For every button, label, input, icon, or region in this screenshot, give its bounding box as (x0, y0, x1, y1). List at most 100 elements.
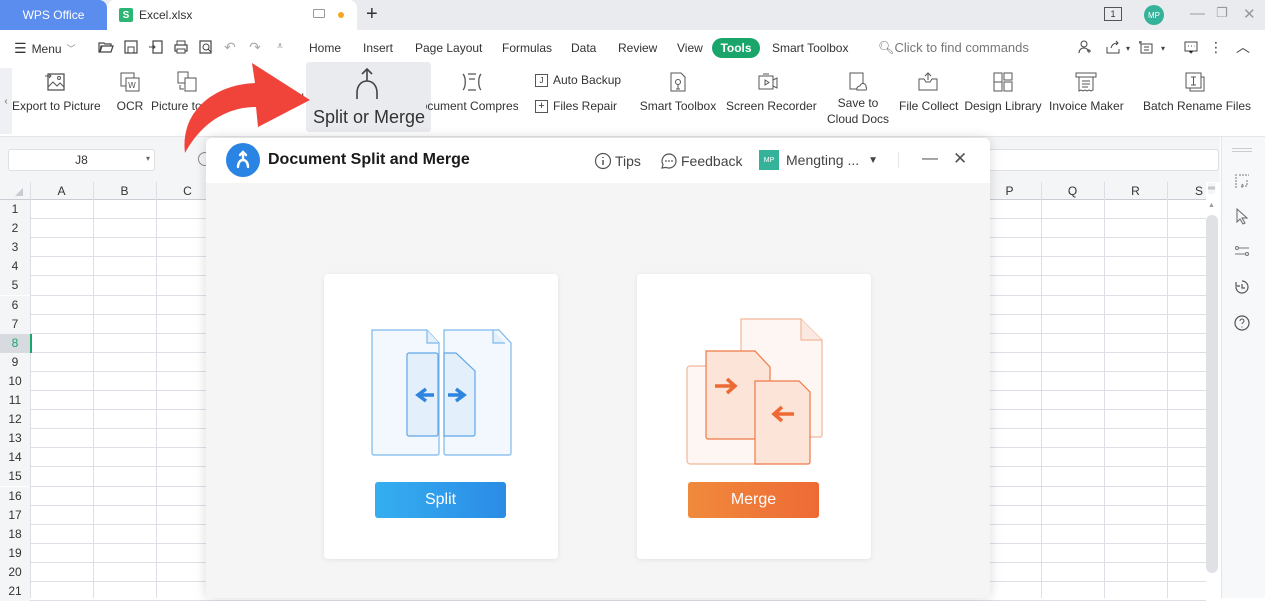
tab-view[interactable]: View (677, 41, 703, 55)
row-header[interactable]: 19 (0, 543, 30, 563)
avatar[interactable]: MP (1144, 5, 1164, 25)
invoice-maker-button[interactable]: Invoice Maker (1049, 70, 1124, 113)
file-collect-button[interactable]: File Collect (899, 70, 958, 113)
find-commands[interactable]: 🔍︎Click to find commands (878, 40, 1029, 56)
share-icon[interactable] (1105, 39, 1121, 55)
share-user-icon[interactable] (1077, 39, 1093, 55)
close-icon[interactable]: ✕ (1243, 5, 1256, 23)
export-icon[interactable] (148, 39, 164, 55)
column-header[interactable]: B (93, 182, 156, 200)
sliders-icon[interactable] (1233, 242, 1251, 260)
row-header[interactable]: 10 (0, 371, 30, 391)
formula-input[interactable] (985, 149, 1219, 171)
hamburger-icon: ☰ (14, 40, 27, 56)
dialog-minimize-icon[interactable]: — (922, 150, 938, 168)
tab-page-layout[interactable]: Page Layout (415, 41, 482, 55)
row-header[interactable]: 17 (0, 505, 30, 525)
row-header[interactable]: 8 (0, 333, 30, 353)
history-icon[interactable] (1233, 278, 1251, 296)
dialog-close-icon[interactable]: ✕ (953, 149, 967, 169)
undo-icon[interactable]: ↶ (222, 39, 238, 55)
row-header[interactable]: 2 (0, 219, 30, 239)
panel-handle-icon[interactable] (1232, 148, 1252, 152)
row-header[interactable]: 3 (0, 238, 30, 258)
help-icon[interactable] (1233, 314, 1251, 332)
select-all-corner[interactable] (0, 182, 30, 200)
row-header[interactable]: 18 (0, 524, 30, 544)
user-account-dropdown[interactable]: MP Mengting ... ▼ (759, 150, 878, 170)
column-header[interactable]: S (1167, 182, 1206, 200)
restore-icon[interactable]: ❐ (1216, 5, 1228, 21)
tab-smart-toolbox[interactable]: Smart Toolbox (772, 41, 848, 55)
comment-icon[interactable] (1183, 39, 1199, 55)
print-icon[interactable] (173, 39, 189, 55)
column-header[interactable]: Q (1041, 182, 1104, 200)
split-button[interactable]: Split (375, 482, 506, 518)
name-box[interactable]: J8 ▾ (8, 149, 155, 171)
split-merge-icon (356, 67, 378, 99)
row-header[interactable]: 14 (0, 448, 30, 468)
more-icon[interactable]: ⋮ (1208, 39, 1224, 55)
find-placeholder: Click to find commands (894, 40, 1029, 55)
row-header[interactable]: 15 (0, 467, 30, 487)
document-compressor-button[interactable]: Document Compressor (426, 70, 518, 113)
ribbon-label: Design Library (964, 99, 1042, 113)
smart-toolbox-button[interactable]: Smart Toolbox (639, 70, 717, 113)
row-header[interactable]: 6 (0, 295, 30, 315)
split-handle-icon[interactable]: ═ (1208, 183, 1216, 194)
tips-button[interactable]: Tips (594, 152, 641, 170)
vertical-scrollbar[interactable] (1206, 215, 1218, 573)
collapse-ribbon-icon[interactable]: ︿ (1235, 39, 1251, 55)
batch-rename-files-button[interactable]: Batch Rename Files (1143, 70, 1251, 113)
row-header[interactable]: 12 (0, 410, 30, 430)
tab-data[interactable]: Data (571, 41, 596, 55)
page-count-icon[interactable]: 1 (1104, 7, 1122, 21)
merge-button[interactable]: Merge (688, 482, 819, 518)
layout-dropdown-icon[interactable]: ▾ (1155, 41, 1171, 57)
monitor-icon[interactable] (313, 9, 325, 18)
ribbon-scroll-left-icon[interactable]: ‹ (0, 68, 12, 134)
column-header[interactable]: R (1104, 182, 1167, 200)
design-library-button[interactable]: Design Library (964, 70, 1042, 113)
transpose-icon[interactable] (1233, 172, 1251, 190)
menu-button[interactable]: ☰ Menu ﹀ (14, 40, 76, 57)
ocr-button[interactable]: W OCR (114, 70, 146, 113)
scroll-up-icon[interactable]: ▲ (1208, 202, 1215, 209)
row-header[interactable]: 4 (0, 257, 30, 277)
row-header[interactable]: 5 (0, 276, 30, 296)
save-to-cloud-docs-button[interactable]: Save to Cloud Docs (826, 70, 890, 127)
row-header[interactable]: 1 (0, 200, 30, 219)
tab-review[interactable]: Review (618, 41, 657, 55)
row-header[interactable]: 20 (0, 562, 30, 582)
row-header[interactable]: 16 (0, 486, 30, 506)
feedback-button[interactable]: Feedback (660, 152, 742, 170)
share-dropdown-icon[interactable]: ▾ (1120, 41, 1136, 57)
redo-icon[interactable]: ↷ (247, 39, 263, 55)
row-header[interactable]: 11 (0, 391, 30, 410)
print-preview-icon[interactable] (198, 39, 214, 55)
row-header[interactable]: 21 (0, 582, 30, 601)
name-box-dropdown-icon[interactable]: ▾ (146, 154, 150, 163)
plus-icon[interactable]: + (366, 3, 378, 26)
tab-home[interactable]: Home (309, 41, 341, 55)
auto-backup-button[interactable]: J Auto Backup (535, 73, 621, 88)
tab-tools[interactable]: Tools (712, 38, 760, 58)
screen-recorder-button[interactable]: Screen Recorder (726, 70, 817, 113)
tab-insert[interactable]: Insert (363, 41, 393, 55)
row-header[interactable]: 7 (0, 314, 30, 334)
save-icon[interactable] (123, 39, 139, 55)
wps-office-tab[interactable]: WPS Office (0, 0, 107, 30)
column-header[interactable]: A (30, 182, 93, 200)
minimize-icon[interactable]: — (1190, 5, 1205, 22)
cursor-icon[interactable] (1233, 207, 1251, 225)
files-repair-button[interactable]: + Files Repair (535, 99, 617, 114)
row-header[interactable]: 9 (0, 352, 30, 372)
ribbon-label: Smart Toolbox (639, 99, 717, 113)
layout-icon[interactable] (1138, 39, 1154, 55)
open-icon[interactable] (98, 39, 114, 55)
tab-formulas[interactable]: Formulas (502, 41, 552, 55)
ribbon-label: Screen Recorder (726, 99, 817, 113)
customize-icon[interactable]: ⩡ (272, 39, 288, 55)
export-to-picture-button[interactable]: Export to Picture (12, 70, 101, 113)
row-header[interactable]: 13 (0, 429, 30, 449)
